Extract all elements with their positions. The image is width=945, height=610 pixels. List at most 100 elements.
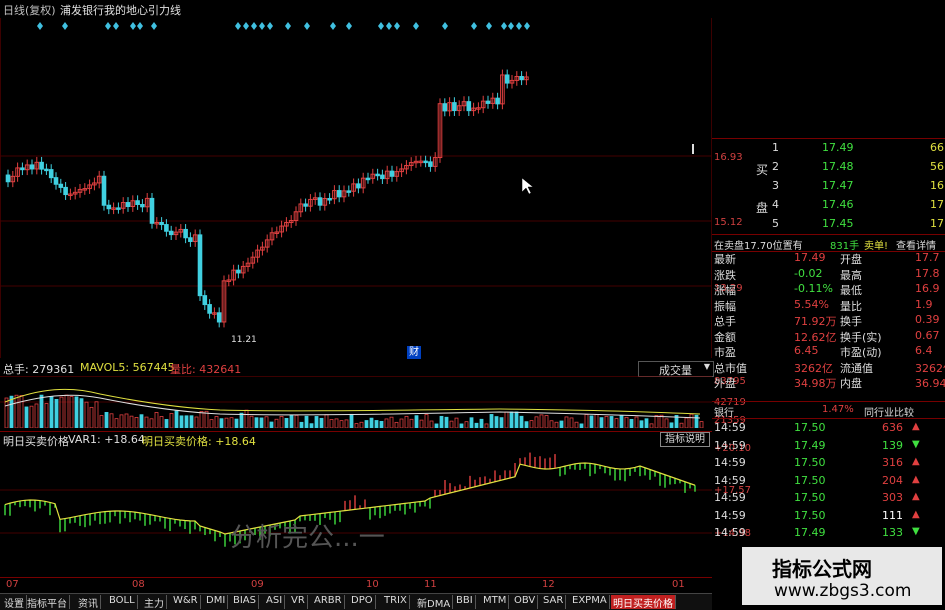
volume-bar	[260, 418, 263, 428]
notice-link[interactable]: 查看详情	[896, 237, 936, 252]
volume-bar	[650, 424, 653, 428]
volume-bar	[500, 418, 503, 428]
tab-2[interactable]: 指标平台	[25, 595, 70, 609]
tab-16[interactable]: MTM	[481, 595, 509, 609]
candle-body	[304, 204, 308, 206]
candle-body	[6, 175, 10, 182]
candle-body	[357, 184, 361, 188]
quote-row: 最新 17.49 开盘 17.7	[712, 251, 945, 265]
volume-bar	[145, 417, 148, 428]
tab-19[interactable]: EXPMA	[570, 595, 610, 609]
tab-14[interactable]: 新DMA	[415, 595, 453, 609]
volume-chart[interactable]	[0, 376, 712, 428]
period-label[interactable]: 日线(复权)	[3, 2, 56, 18]
order-book-row[interactable]: 3 17.47 16	[712, 177, 945, 196]
volume-bar	[80, 399, 83, 428]
volume-bar	[240, 413, 243, 428]
volume-bar	[290, 415, 293, 428]
indicator-chart[interactable]: 分析完公...一	[0, 446, 712, 576]
tab-17[interactable]: OBV	[512, 595, 538, 609]
volume-bar	[15, 395, 18, 428]
volume-bar	[55, 399, 58, 428]
ob-volume: 66	[930, 141, 944, 154]
candle-body	[198, 235, 202, 296]
sector-compare-link[interactable]: 同行业比较	[864, 404, 914, 419]
tab-3[interactable]: 资讯	[76, 595, 101, 609]
volume-bar	[215, 416, 218, 428]
quote-value: 34.98万	[794, 375, 837, 391]
signal-diamond-icon	[137, 22, 143, 30]
tab-8[interactable]: BIAS	[231, 595, 259, 609]
signal-diamond-icon	[267, 22, 273, 30]
order-book-row[interactable]: 1 17.49 66	[712, 139, 945, 158]
candle-body	[496, 98, 500, 104]
candle-body	[467, 102, 471, 111]
signal-diamond-icon	[259, 22, 265, 30]
candlestick-chart[interactable]: 11.21	[0, 18, 712, 358]
tab-12[interactable]: DPO	[349, 595, 376, 609]
stock-name: 浦发银行	[60, 2, 104, 18]
volume-bar	[485, 424, 488, 428]
tab-4[interactable]: BOLL	[107, 595, 138, 609]
date-axis: 07 08 09 10 11 12 01	[0, 577, 712, 593]
volume-ratio: 量比: 432641	[170, 361, 241, 377]
volume-bar	[470, 418, 473, 428]
tab-1[interactable]: 设置	[2, 595, 27, 609]
tick-row: 14:59 17.50 111 ▲	[712, 508, 945, 525]
volume-bar	[160, 416, 163, 428]
tab-9[interactable]: ASI	[264, 595, 285, 609]
volume-bar	[620, 416, 623, 428]
volume-bar	[435, 424, 438, 428]
notice-sell: 卖单!	[864, 237, 888, 252]
volume-bar	[555, 422, 558, 428]
volume-bar	[635, 417, 638, 428]
tab-20[interactable]: 明日买卖价格	[611, 595, 676, 609]
volume-bar	[455, 418, 458, 428]
quote-row: 市盈 6.45 市盈(动) 6.4	[712, 344, 945, 358]
quote-row: 涨幅 -0.11% 最低 16.9	[712, 282, 945, 296]
candle-body	[337, 191, 341, 197]
volume-bar	[385, 419, 388, 428]
ob-level: 4	[772, 198, 779, 211]
volume-bar	[255, 418, 258, 428]
volume-bar	[645, 419, 648, 428]
quote-row: 金额 12.62亿 换手(实) 0.67	[712, 329, 945, 343]
order-book-row[interactable]: 4 17.46 17	[712, 196, 945, 215]
volume-bar	[695, 415, 698, 428]
volume-bar	[570, 418, 573, 428]
date-tick: 01	[672, 579, 685, 590]
volume-bar	[630, 419, 633, 428]
candle-body	[165, 225, 169, 232]
volume-bar	[700, 422, 703, 428]
tab-13[interactable]: TRIX	[382, 595, 410, 609]
tick-row: 14:59 17.50 303 ▲	[712, 490, 945, 507]
order-book-row[interactable]: 5 17.45 17	[712, 215, 945, 234]
volume-bar	[495, 417, 498, 428]
tick-volume: 111	[882, 509, 903, 522]
tab-5[interactable]: 主力	[142, 595, 167, 609]
tab-18[interactable]: SAR	[541, 595, 566, 609]
finance-marker[interactable]: 财	[407, 346, 421, 359]
candle-body	[59, 184, 63, 187]
tick-price: 17.50	[794, 421, 826, 434]
signal-diamond-icon	[330, 22, 336, 30]
volume-bar	[360, 422, 363, 428]
signal-diamond-icon	[516, 22, 522, 30]
volume-bar	[480, 419, 483, 428]
quote-key: 量比	[840, 298, 862, 314]
signal-markers	[37, 22, 530, 30]
tab-15[interactable]: BBI	[454, 595, 476, 609]
tab-11[interactable]: ARBR	[312, 595, 345, 609]
volume-bar	[85, 402, 88, 428]
signal-diamond-icon	[105, 22, 111, 30]
volume-dropdown[interactable]: 成交量 ▼	[638, 361, 714, 377]
tab-7[interactable]: DMI	[204, 595, 228, 609]
order-book-row[interactable]: 2 17.48 56	[712, 158, 945, 177]
tab-10[interactable]: VR	[289, 595, 308, 609]
candle-body	[40, 162, 44, 169]
tick-row: 14:59 17.49 133 ▼	[712, 525, 945, 542]
tab-6[interactable]: W&R	[171, 595, 201, 609]
quote-key: 流通值	[840, 360, 873, 376]
volume-bar	[65, 395, 68, 428]
indicator-help-button[interactable]: 指标说明	[660, 432, 710, 447]
